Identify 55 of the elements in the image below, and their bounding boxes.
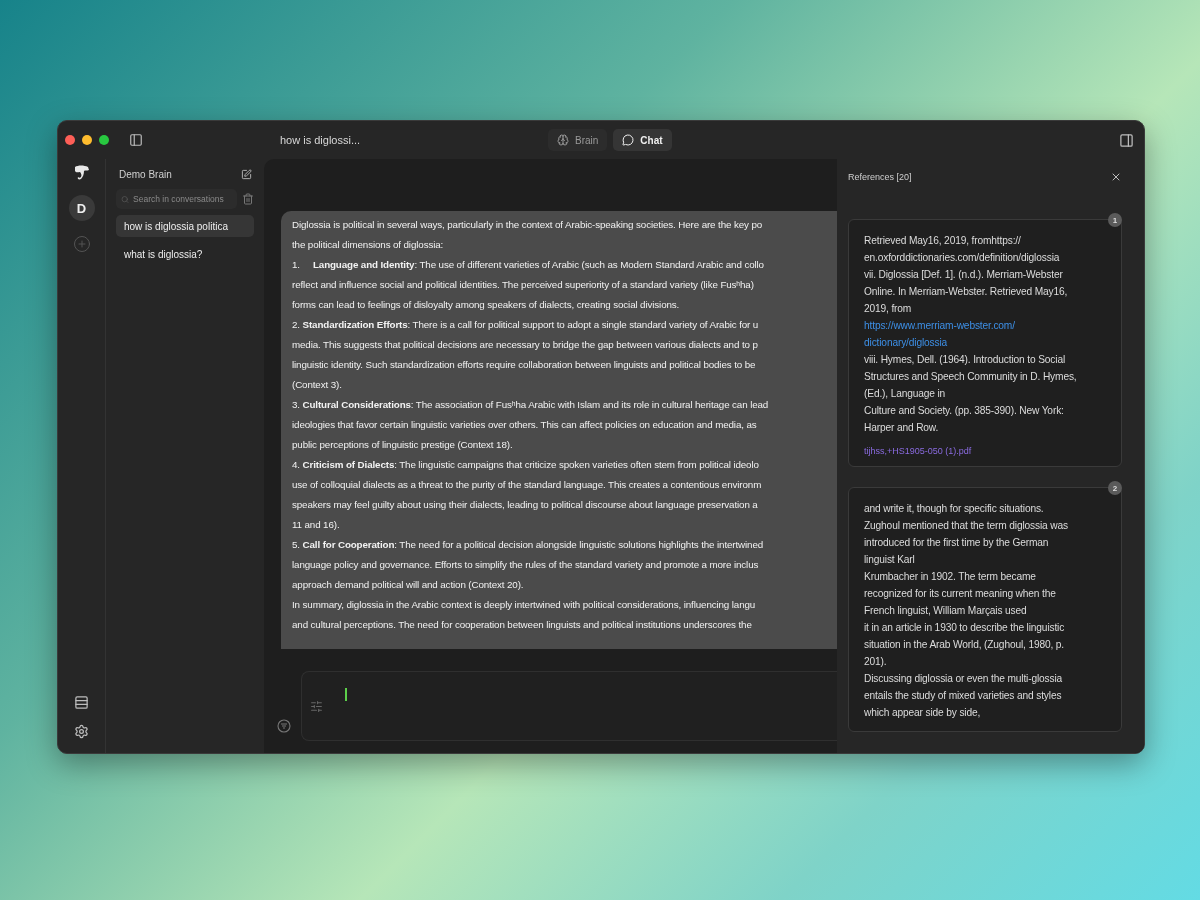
tab[interactable]: Chat [613, 129, 672, 151]
message-line: 11 and 16). [292, 518, 341, 532]
reference-text: Retrieved May16, 2019, fromhttps:// en.oxforddictionaries.com/definition/diglossia vii. Diglossia [Def. 1]. (n.d.). Merriam-Webster Online. In Merriam-Webster. Retrieved May16, 2019, from [864, 234, 1069, 316]
sliders-icon[interactable] [310, 699, 323, 713]
chat-bubble-icon [622, 134, 635, 146]
conversation-item[interactable]: what is diglossia? [116, 243, 254, 265]
reference-link[interactable]: https://www.merriam-webster.com/ dictionary/diglossia [864, 317, 1111, 351]
message-line: and cultural perceptions. The need for cooperation between linguists and political institutions underscores the [292, 618, 753, 632]
tab[interactable]: Brain [548, 129, 608, 151]
message-line: In summary, diglossia in the Arabic context is deeply intertwined with political considerations, influencing langu [292, 598, 757, 612]
reference-text: viii. Hymes, Dell. (1964). Introduction to Social Structures and Speech Community in D. Hymes, (Ed.), Language in Culture and Society. (pp. 385-390). New York: Harper and Row. [864, 353, 1078, 435]
zoom-button[interactable] [99, 135, 109, 145]
close-button[interactable] [65, 135, 75, 145]
message-line: (Context 3). [292, 378, 343, 392]
brain-name: Demo Brain [119, 168, 172, 180]
message-line: forms can lead to feelings of disloyalty among speakers of dialects, creating social divisions. [292, 298, 681, 312]
message-line: public perceptions of linguistic prestige (Context 18). [292, 438, 514, 452]
reference-number: 1 [1108, 213, 1122, 227]
message-line: ideologies that favor certain linguistic varieties over others. This can affect policies on education and media, as [292, 418, 758, 432]
message-line: linguistic identity. Such standardization efforts require collaboration between linguists and political bodies to be [292, 358, 757, 372]
message-line: media. This suggests that political decisions are necessary to bridge the gap between various dialects and to p [292, 338, 759, 352]
search-icon [121, 194, 130, 204]
input-field[interactable] [301, 671, 837, 741]
message-line: 1. Language and Identity: The use of different varieties of Arabic (such as Modern Standard Arabic and collo [292, 258, 765, 272]
settings-icon[interactable] [74, 724, 89, 739]
sidebar-toggle-icon[interactable] [129, 133, 143, 147]
source-link[interactable]: tijhss,+HS1905-050 (1).pdf [864, 446, 1111, 456]
message-line: 2. Standardization Efforts: There is a call for political support to adopt a single standard variety of Arabic for u [292, 318, 760, 332]
message-line: the political dimensions of diglossia: [292, 238, 445, 252]
new-chat-icon[interactable] [241, 168, 252, 180]
search-field[interactable]: Search in conversations [133, 194, 232, 204]
message-line: 4. Criticism of Dialects: The linguistic campaigns that criticize spoken varieties often stem from political ideolo [292, 458, 760, 472]
message-line: speakers may feel guilty about using their dialects, leading to political discourse about language preservation a [292, 498, 759, 512]
stack-icon[interactable] [74, 695, 89, 710]
conversation-item[interactable]: how is diglossia politica [116, 215, 254, 237]
message-line: 3. Cultural Considerations: The association of Fusʰha Arabic with Islam and its role in cultural heritage can lead [292, 398, 770, 412]
minimize-button[interactable] [82, 135, 92, 145]
logo-icon [72, 165, 91, 181]
message-line: approach demand political will and action (Context 20). [292, 578, 525, 592]
brain-icon [557, 134, 569, 146]
avatar[interactable]: D [68, 195, 95, 221]
message-line: 5. Call for Cooperation: The need for a political decision alongside linguistic solutions highlights the intertwined [292, 538, 765, 552]
panel-title: References [20] [848, 172, 912, 182]
close-icon[interactable] [1110, 171, 1122, 183]
message-line: language policy and governance. Efforts to simplify the rules of the standard variety and promote a more inclus [292, 558, 760, 572]
reference-number: 2 [1108, 481, 1122, 495]
filter-icon[interactable] [277, 719, 291, 733]
window-title: how is diglossi... [280, 134, 361, 146]
message-line: use of colloquial dialects as a threat to the purity of the standard language. This creates a contentious environm [292, 478, 763, 492]
message-line: Diglossia is political in several ways, particularly in the context of Arabic-speaking societies. Here are the key po [292, 218, 764, 232]
panel-toggle-icon[interactable] [1119, 132, 1134, 148]
message-line: reflect and influence social and political identities. The perceived superiority of a standard variety (like Fusʰha) [292, 278, 755, 292]
reference-text: and write it, though for specific situations. Zughoul mentioned that the term diglossia was introduced for the first time by the German linguist Karl Krumbacher in 1902. The term became recognized for its current meaning when the French linguist, William Marçais used it in an article in 1930 to describe the linguistic situation in the Arab World, (Zughoul, 1980, p. 201). Discussing diglossia or even the multi-glossia entails the study of mixed varieties and styles which appear side by side, [864, 502, 1069, 720]
search-box[interactable]: Search in conversations [116, 189, 237, 209]
trash-icon[interactable] [242, 193, 254, 205]
